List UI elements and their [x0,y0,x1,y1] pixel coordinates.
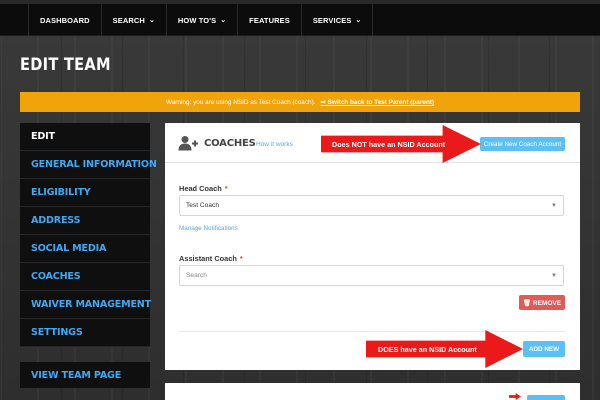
assistant-coach-search[interactable]: Search ▼ [179,265,564,286]
sidebar-item-settings[interactable]: SETTINGS [20,319,150,347]
nav-services-label: SERVICES [312,15,352,25]
sidebar-item-coaches[interactable]: COACHES [20,263,150,291]
required-asterisk: * [224,184,228,193]
assistant-coach-placeholder: Search [186,272,207,279]
sidebar-item-edit[interactable]: EDIT [20,123,150,151]
warning-text: Warning: you are using NSID as Test Coac… [165,98,316,106]
dropdown-caret-icon: ▼ [551,203,557,209]
top-navbar: DASHBOARD SEARCH ⌄ HOW TO'S ⌄ FEATURES SER… [0,4,600,36]
coaches-title: COACHES [204,138,256,149]
arrow-annotation-text: DOES have an NSID Account [378,344,477,354]
head-coach-select[interactable]: Test Coach ▼ [179,195,564,216]
view-team-page-link[interactable]: VIEW TEAM PAGE [20,362,150,388]
head-coach-value: Test Coach [186,202,219,209]
sidebar-item-waiver-management[interactable]: WAIVER MANAGEMENT [20,291,151,319]
head-coach-label-text: Head Coach [179,184,222,193]
chevron-down-icon: ⌄ [220,17,227,24]
sidebar-item-social-media[interactable]: SOCIAL MEDIA [20,235,150,263]
nav-features-label: FEATURES [249,15,290,25]
create-new-coach-account-button[interactable]: Create New Coach Account [480,137,565,151]
add-user-icon [178,136,198,151]
coaches-panel: COACHES How it works Create New Coach Ac… [165,123,580,370]
chevron-down-icon: ⌄ [148,17,155,24]
required-asterisk: * [239,254,243,263]
sidebar: EDIT GENERAL INFORMATION ELIGIBILITY ADD… [20,123,157,347]
assistant-coach-label: Assistant Coach * [179,254,243,263]
manage-notifications-link[interactable]: Manage Notifications [179,225,238,232]
how-it-works-link[interactable]: How it works [256,141,293,148]
sidebar-item-address[interactable]: ADDRESS [20,207,150,235]
head-coach-label: Head Coach * [179,184,228,193]
nav-how-tos[interactable]: HOW TO'S ⌄ [165,4,237,36]
page-title: EDIT TEAM [20,55,111,75]
arrow-annotation-partial [509,393,521,400]
nav-dashboard-label: DASHBOARD [40,15,90,25]
assistant-coach-label-text: Assistant Coach [179,254,237,263]
dropdown-caret-icon: ▼ [551,273,557,279]
sidebar-item-eligibility[interactable]: ELIGIBILITY [20,179,150,207]
nav-how-tos-label: HOW TO'S [177,15,217,25]
sidebar-item-general-information[interactable]: GENERAL INFORMATION [20,151,157,179]
arrow-annotation-text: Does NOT have an NSID Account [332,139,446,149]
impersonation-warning-banner: Warning: you are using NSID as Test Coac… [20,92,580,112]
nav-features[interactable]: FEATURES [237,4,301,36]
remove-button[interactable]: 🗑 REMOVE [519,295,565,310]
nav-search-label: SEARCH [112,15,145,25]
nav-dashboard[interactable]: DASHBOARD [28,4,101,36]
add-new-button[interactable]: ADD NEW [523,341,565,357]
divider [179,331,565,332]
switch-back-link[interactable]: ⇒ Switch back to Test Parent (parent) [321,98,435,106]
chevron-down-icon: ⌄ [355,17,362,24]
nav-menu: DASHBOARD SEARCH ⌄ HOW TO'S ⌄ FEATURES SER… [28,4,374,36]
next-panel [165,383,580,400]
next-panel-button[interactable] [527,395,565,400]
nav-search[interactable]: SEARCH ⌄ [100,4,166,36]
nav-services[interactable]: SERVICES ⌄ [300,4,374,36]
